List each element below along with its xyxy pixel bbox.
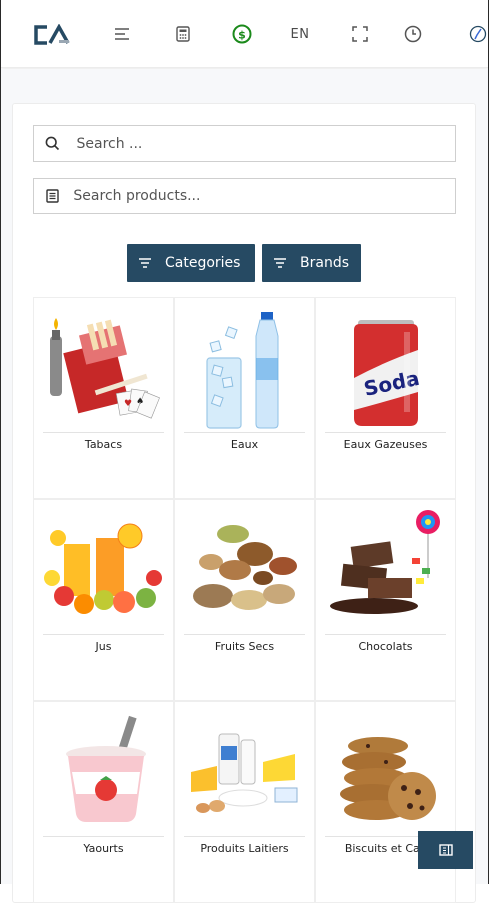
category-label: Eaux Gazeuses [343,438,428,451]
soda-can-image: Soda [324,306,447,430]
currency-icon[interactable]: $ [230,22,254,46]
water-image [183,306,306,430]
category-label: Eaux [230,438,259,451]
language-label: EN [290,26,310,42]
tile-divider [325,634,446,635]
cart-button[interactable] [418,831,473,869]
category-tile-eaux-gazeuses[interactable]: Soda Eaux Gazeuses [315,297,456,499]
chocolate-image [324,508,447,632]
menu-icon[interactable] [111,22,133,46]
category-label: Yaourts [83,842,124,855]
category-label: Fruits Secs [214,640,275,653]
category-tile-chocolats[interactable]: Chocolats [315,499,456,701]
nuts-image [183,508,306,632]
cigarettes-image: ♥ ♠ [42,306,165,430]
category-label: Produits Laitiers [200,842,289,855]
category-tile-tabacs[interactable]: ♥ ♠ Tabacs [33,297,174,499]
categories-button[interactable]: Categories [127,244,255,282]
main-search-input[interactable] [70,135,455,152]
clock-icon[interactable] [402,22,424,46]
brands-button-label: Brands [300,255,349,271]
brands-button[interactable]: Brands [262,244,361,282]
category-tile-yaourts[interactable]: Yaourts [33,701,174,903]
compass-icon[interactable] [468,22,488,46]
receipt-icon [438,844,453,856]
category-tile-jus[interactable]: Jus [33,499,174,701]
svg-text:♥: ♥ [124,399,132,409]
cookies-image [324,710,447,834]
categories-button-label: Categories [165,255,241,271]
category-label: Tabacs [84,438,123,451]
main-search-box[interactable] [33,125,456,162]
category-tile-eaux[interactable]: Eaux [174,297,315,499]
tile-divider [184,432,305,433]
tile-divider [43,634,164,635]
tile-divider [325,432,446,433]
product-list-icon [34,189,67,203]
app-logo[interactable] [33,24,71,46]
juice-image [42,508,165,632]
tile-divider [43,836,164,837]
tile-divider [184,634,305,635]
yogurt-image [42,710,165,834]
category-label: Jus [95,640,112,653]
tile-divider [184,836,305,837]
calculator-icon[interactable] [173,22,193,46]
fullscreen-icon[interactable] [350,22,370,46]
search-icon [34,136,70,151]
dairy-image [183,710,306,834]
filter-icon [139,258,155,268]
tile-divider [43,432,164,433]
category-tile-biscuits[interactable]: Biscuits et Cak [315,701,456,903]
svg-text:♠: ♠ [136,397,144,407]
svg-text:$: $ [238,28,246,41]
category-tile-produits-laitiers[interactable]: Produits Laitiers [174,701,315,903]
language-selector[interactable]: EN [288,22,312,46]
filter-icon [274,258,290,268]
product-search-input[interactable] [67,188,455,204]
category-tile-fruits-secs[interactable]: Fruits Secs [174,499,315,701]
product-search-box[interactable] [33,178,456,214]
category-label: Chocolats [358,640,413,653]
logo-icon [34,24,70,45]
top-navbar: $ EN [1,0,488,68]
